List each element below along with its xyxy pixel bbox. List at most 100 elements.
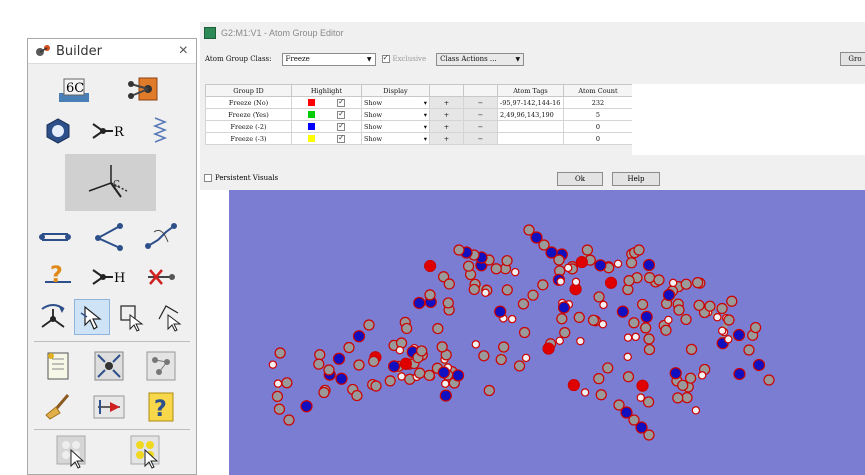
carbon-atom[interactable]: [401, 322, 413, 335]
carbon-atom[interactable]: [704, 300, 716, 312]
nitrogen-atom[interactable]: [732, 328, 746, 342]
carbon-atom[interactable]: [685, 343, 698, 355]
hydrogen-atom[interactable]: [613, 259, 623, 269]
carbon-atom[interactable]: [763, 374, 775, 386]
carbon-atom[interactable]: [640, 322, 652, 334]
hydrogen-atom[interactable]: [668, 278, 678, 288]
persistent-visuals-checkbox[interactable]: [204, 174, 212, 182]
select-box-icon[interactable]: [114, 299, 150, 335]
nitrogen-atom[interactable]: [616, 305, 629, 318]
carbon-atom[interactable]: [273, 403, 286, 415]
carbon-atom[interactable]: [490, 263, 502, 275]
carbon-atom[interactable]: [625, 257, 638, 269]
hydrogen-atom[interactable]: [471, 340, 481, 349]
oxygen-atom[interactable]: [542, 342, 555, 355]
nitrogen-atom[interactable]: [640, 310, 653, 323]
highlight-cell[interactable]: [291, 108, 362, 121]
carbon-atom[interactable]: [749, 321, 762, 334]
hydrogen-atom[interactable]: [697, 371, 707, 380]
remove-atoms-button[interactable]: −: [463, 108, 498, 121]
redistribute-icon[interactable]: [88, 389, 130, 425]
carbon-atom[interactable]: [660, 324, 672, 336]
select-group-icon[interactable]: [124, 433, 166, 469]
nitrogen-atom[interactable]: [662, 288, 676, 302]
remove-atoms-button[interactable]: −: [463, 120, 498, 133]
nitrogen-atom[interactable]: [300, 400, 313, 413]
carbon-atom[interactable]: [370, 380, 382, 392]
oxygen-atom[interactable]: [575, 255, 588, 269]
carbon-atom[interactable]: [517, 298, 530, 310]
carbon-atom[interactable]: [442, 297, 454, 309]
nitrogen-atom[interactable]: [494, 305, 507, 318]
carbon-atom[interactable]: [643, 429, 655, 441]
select-arrow-icon[interactable]: [74, 299, 110, 335]
table-row[interactable]: Freeze (No) Show▾ + − -95,97-142,144-16 …: [205, 96, 633, 109]
highlight-checkbox[interactable]: [337, 122, 345, 131]
carbon-atom[interactable]: [692, 277, 704, 289]
carbon-atom[interactable]: [726, 295, 738, 307]
carbon-atom[interactable]: [274, 347, 286, 359]
carbon-atom[interactable]: [537, 279, 549, 291]
hydrogen-atom[interactable]: [511, 267, 520, 277]
add-hydrogen-icon[interactable]: H: [88, 259, 130, 295]
carbon-atom[interactable]: [351, 389, 363, 402]
carbon-atom[interactable]: [453, 244, 465, 256]
bond-icon[interactable]: [34, 219, 76, 255]
carbon-atom[interactable]: [681, 392, 693, 404]
carbon-atom[interactable]: [677, 379, 689, 391]
clean-connections-icon[interactable]: [140, 348, 182, 384]
hydrogen-atom[interactable]: [555, 336, 564, 346]
hydrogen-atom[interactable]: [556, 277, 565, 286]
highlight-checkbox[interactable]: [337, 98, 345, 107]
hydrogen-atom[interactable]: [724, 335, 733, 344]
carbon-atom[interactable]: [436, 341, 448, 353]
hydrogen-atom[interactable]: [691, 406, 701, 415]
carbon-atom[interactable]: [483, 384, 495, 397]
add-atoms-button[interactable]: +: [429, 96, 464, 109]
nitrogen-atom[interactable]: [332, 352, 346, 365]
hydrogen-atom[interactable]: [631, 332, 640, 342]
carbon-atom[interactable]: [501, 284, 513, 296]
atom-list-icon[interactable]: [37, 348, 79, 384]
carbon-atom[interactable]: [628, 317, 640, 329]
carbon-atom[interactable]: [495, 353, 507, 366]
carbon-atom[interactable]: [653, 274, 665, 286]
highlight-checkbox[interactable]: [337, 134, 345, 143]
nitrogen-atom[interactable]: [387, 360, 401, 373]
nitrogen-atom[interactable]: [642, 258, 656, 272]
carbon-atom[interactable]: [716, 302, 728, 315]
carbon-atom[interactable]: [468, 283, 480, 296]
r-group-icon[interactable]: R: [88, 113, 130, 149]
highlight-cell[interactable]: [291, 132, 362, 145]
carbon-atom[interactable]: [283, 414, 295, 426]
color-swatch[interactable]: [308, 111, 315, 118]
current-fragment-preview[interactable]: C: [65, 154, 156, 211]
add-atoms-button[interactable]: +: [429, 132, 464, 145]
carbon-atom[interactable]: [587, 314, 600, 326]
table-row[interactable]: Freeze (-2) Show ▾ + − 0: [205, 120, 633, 133]
carbon-atom[interactable]: [313, 358, 325, 370]
nitrogen-atom[interactable]: [669, 367, 682, 380]
remove-atoms-button[interactable]: −: [463, 132, 498, 145]
oxygen-atom[interactable]: [424, 259, 437, 273]
carbon-atom[interactable]: [556, 313, 568, 325]
display-select[interactable]: Show ▾: [361, 108, 430, 121]
oxygen-atom[interactable]: [567, 378, 580, 392]
carbon-atom[interactable]: [368, 355, 380, 367]
carbon-atom[interactable]: [595, 389, 607, 401]
table-row[interactable]: Freeze (Yes) Show ▾ + − 2,49,96,143,190 5: [205, 108, 633, 121]
carbon-atom[interactable]: [363, 319, 375, 331]
hydrogen-atom[interactable]: [395, 345, 405, 355]
hydrogen-atom[interactable]: [563, 263, 573, 273]
hydrogen-atom[interactable]: [441, 379, 450, 388]
hydrogen-atom[interactable]: [718, 326, 727, 335]
hydrogen-atom[interactable]: [576, 336, 585, 346]
hydrogen-atom[interactable]: [713, 313, 722, 322]
carbon-atom[interactable]: [643, 333, 655, 345]
hydrogen-atom[interactable]: [636, 393, 645, 402]
carbon-atom[interactable]: [527, 289, 539, 301]
carbon-atom[interactable]: [680, 313, 692, 326]
carbon-atom[interactable]: [723, 314, 735, 326]
carbon-atom[interactable]: [414, 367, 426, 379]
nitrogen-atom[interactable]: [439, 389, 452, 402]
